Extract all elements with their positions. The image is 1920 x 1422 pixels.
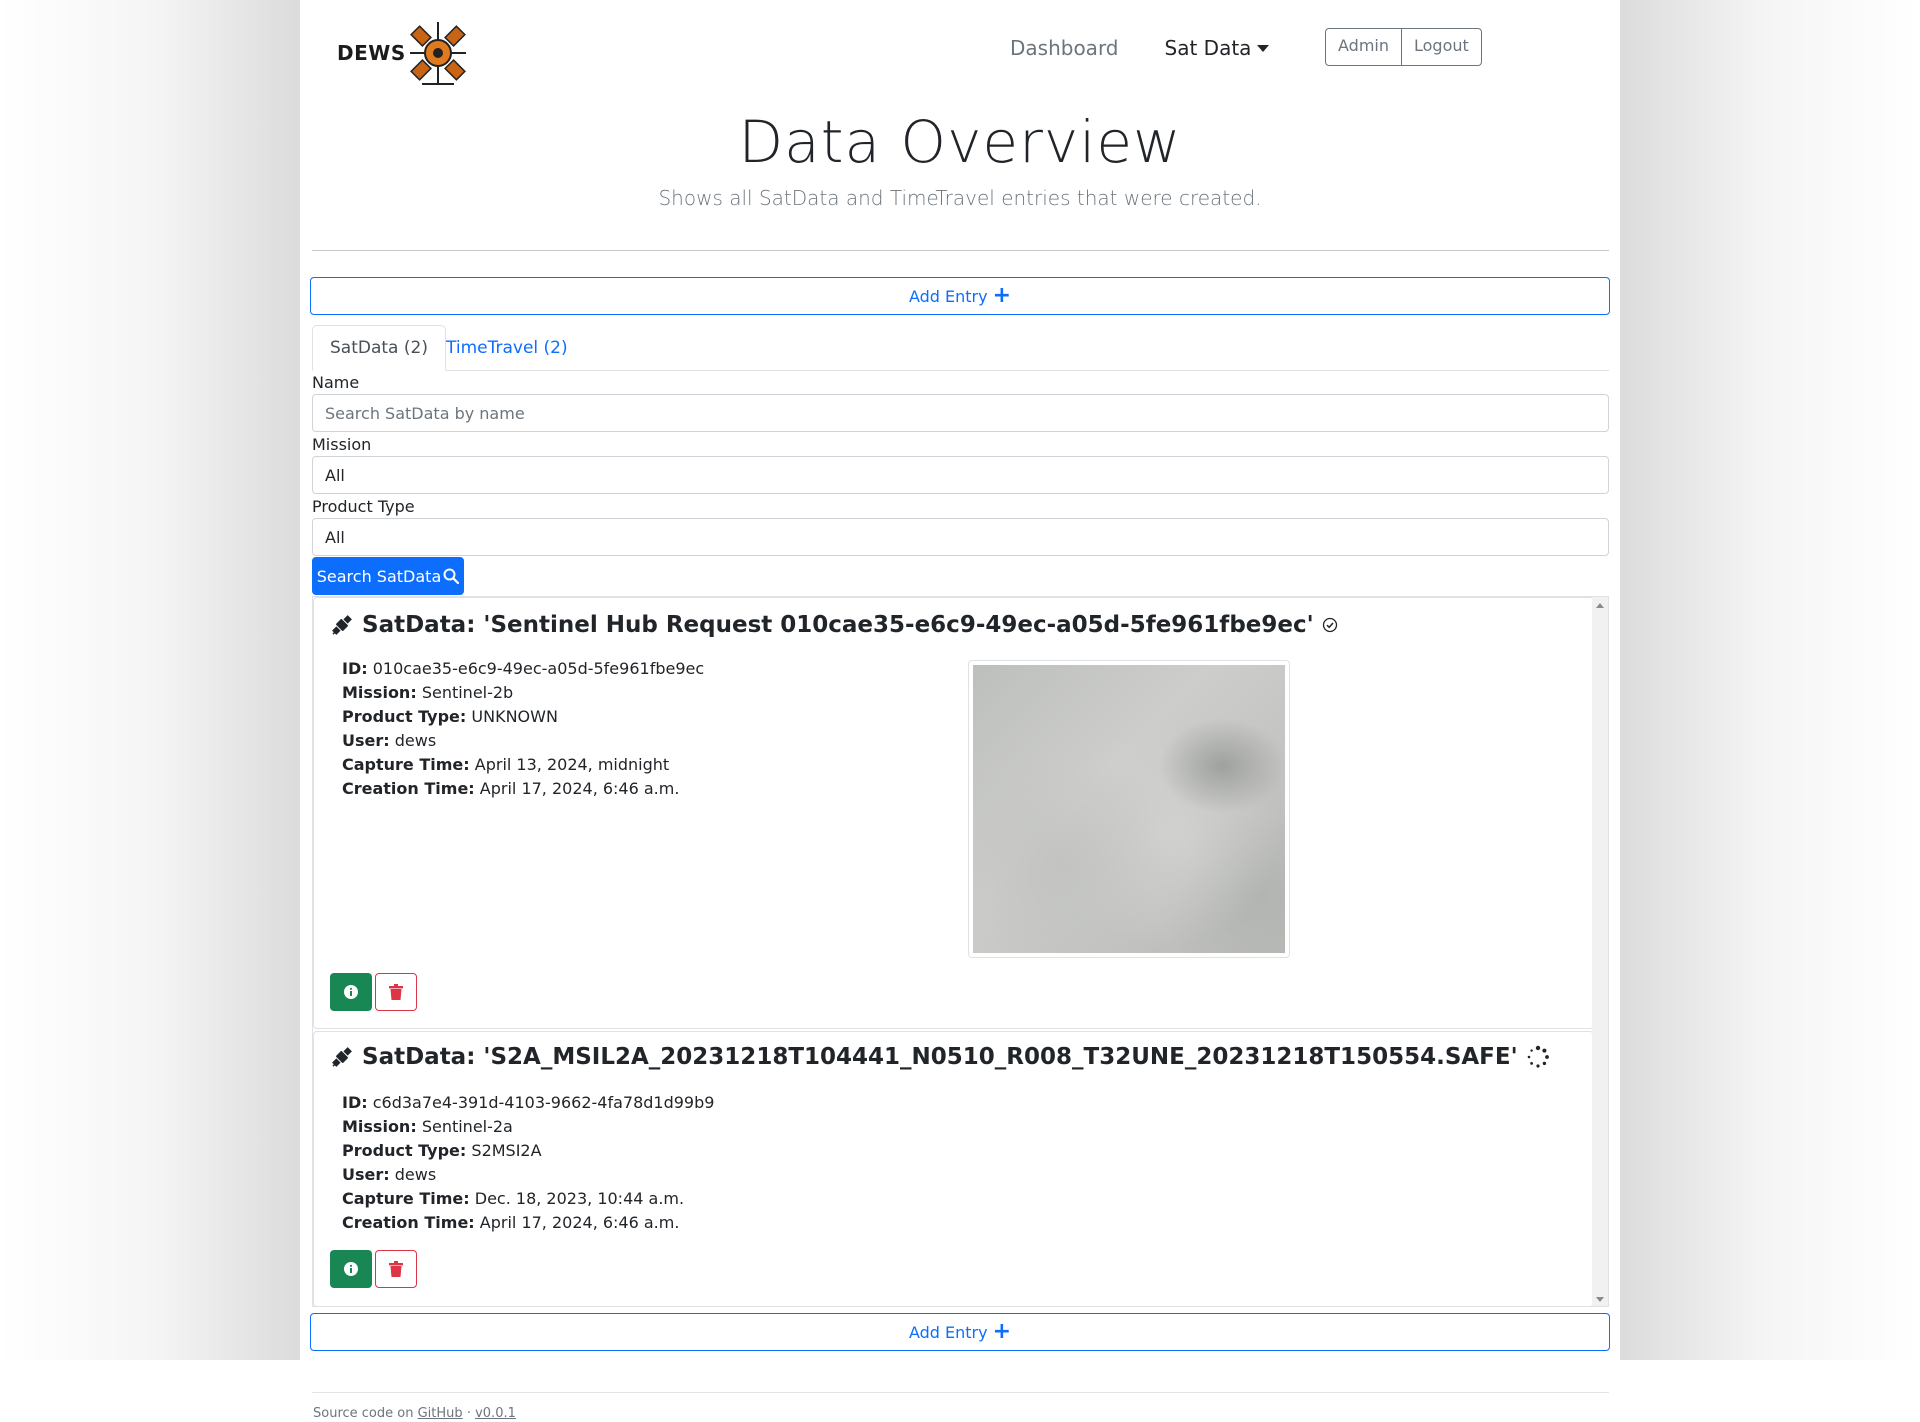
- detail-mission: Mission: Sentinel-2b: [342, 683, 514, 702]
- card-details: ID: 010cae35-e6c9-49ec-a05d-5fe961fbe9ec…: [342, 657, 704, 801]
- logout-button[interactable]: Logout: [1402, 28, 1482, 66]
- card-title-text: SatData: 'S2A_MSIL2A_20231218T104441_N05…: [362, 1044, 1518, 1070]
- satellite-thumbnail: [968, 660, 1290, 958]
- plus-icon: +: [992, 1319, 1012, 1344]
- github-link[interactable]: GitHub: [418, 1406, 463, 1421]
- divider: [312, 250, 1609, 251]
- card-title: SatData: 'Sentinel Hub Request 010cae35-…: [330, 612, 1338, 638]
- product-type-select[interactable]: All: [312, 518, 1609, 556]
- delete-button[interactable]: [375, 1250, 417, 1288]
- detail-product-type: Product Type: S2MSI2A: [342, 1141, 542, 1160]
- add-entry-button-bottom[interactable]: Add Entry +: [310, 1313, 1610, 1351]
- product-type-label: Product Type: [312, 497, 415, 516]
- satdata-list[interactable]: SatData: 'Sentinel Hub Request 010cae35-…: [312, 596, 1609, 1307]
- satellite-icon: [332, 615, 352, 635]
- card-title-text: SatData: 'Sentinel Hub Request 010cae35-…: [362, 612, 1314, 638]
- admin-button[interactable]: Admin: [1325, 28, 1402, 66]
- footer-prefix: Source code on: [313, 1406, 414, 1421]
- scroll-down-arrow-icon[interactable]: [1596, 1297, 1604, 1302]
- tab-bar: SatData (2) TimeTravel (2): [312, 325, 1609, 371]
- search-satdata-label: Search SatData: [316, 566, 442, 586]
- check-circle-icon: [1322, 617, 1337, 633]
- name-label: Name: [312, 373, 360, 392]
- satdata-card: SatData: 'Sentinel Hub Request 010cae35-…: [313, 597, 1594, 1029]
- search-icon: [443, 568, 460, 584]
- mission-label: Mission: [312, 435, 372, 454]
- nav-sat-data-label: Sat Data: [1164, 36, 1252, 60]
- user-button-group: Admin Logout: [1325, 28, 1482, 66]
- satellite-logo-icon: [409, 22, 466, 85]
- version-link[interactable]: v0.0.1: [475, 1406, 516, 1421]
- detail-user: User: dews: [342, 1165, 437, 1184]
- delete-button[interactable]: [375, 973, 417, 1011]
- nav-dashboard[interactable]: Dashboard: [1010, 36, 1119, 60]
- info-button[interactable]: [330, 1250, 372, 1288]
- caret-down-icon: [1257, 45, 1270, 52]
- satdata-card: SatData: 'S2A_MSIL2A_20231218T104441_N05…: [313, 1031, 1594, 1306]
- add-entry-label: Add Entry: [908, 286, 988, 306]
- main-container: DEWS Dashboard Sat Data Admin Logout Dat…: [300, 0, 1620, 1360]
- nav-sat-data-dropdown[interactable]: Sat Data: [1165, 36, 1270, 60]
- detail-mission: Mission: Sentinel-2a: [342, 1117, 513, 1136]
- logo[interactable]: DEWS: [337, 18, 468, 88]
- page-subtitle: Shows all SatData and TimeTravel entries…: [658, 186, 1262, 210]
- detail-creation-time: Creation Time: April 17, 2024, 6:46 a.m.: [342, 1213, 680, 1232]
- detail-id: ID: 010cae35-e6c9-49ec-a05d-5fe961fbe9ec: [342, 659, 705, 678]
- page-title: Data Overview: [738, 108, 1182, 176]
- detail-capture-time: Capture Time: April 13, 2024, midnight: [342, 755, 670, 774]
- main-nav: Dashboard Sat Data: [1010, 36, 1270, 60]
- trash-icon: [389, 984, 403, 1000]
- tab-timetravel[interactable]: TimeTravel (2): [429, 325, 585, 370]
- detail-product-type: Product Type: UNKNOWN: [342, 707, 558, 726]
- detail-creation-time: Creation Time: April 17, 2024, 6:46 a.m.: [342, 779, 680, 798]
- detail-capture-time: Capture Time: Dec. 18, 2023, 10:44 a.m.: [342, 1189, 685, 1208]
- footer-separator: ·: [466, 1406, 471, 1421]
- plus-icon: +: [992, 283, 1012, 308]
- footer: Source code on GitHub · v0.0.1: [313, 1406, 516, 1421]
- add-entry-button-top[interactable]: Add Entry +: [310, 277, 1610, 315]
- card-details: ID: c6d3a7e4-391d-4103-9662-4fa78d1d99b9…: [342, 1091, 714, 1235]
- name-search-input[interactable]: Search SatData by name: [312, 394, 1609, 432]
- add-entry-label: Add Entry: [908, 1322, 988, 1342]
- tab-satdata[interactable]: SatData (2): [312, 325, 446, 371]
- logo-text: DEWS: [337, 41, 406, 65]
- search-satdata-button[interactable]: Search SatData: [312, 557, 464, 595]
- detail-user: User: dews: [342, 731, 437, 750]
- scroll-up-arrow-icon[interactable]: [1596, 603, 1604, 608]
- footer-divider: [312, 1392, 1609, 1393]
- detail-id: ID: c6d3a7e4-391d-4103-9662-4fa78d1d99b9: [342, 1093, 715, 1112]
- loading-spinner-icon: [1527, 1045, 1549, 1068]
- info-icon: [344, 985, 358, 999]
- list-scrollbar[interactable]: [1592, 597, 1608, 1306]
- mission-select[interactable]: All: [312, 456, 1609, 494]
- info-button[interactable]: [330, 973, 372, 1011]
- info-icon: [344, 1262, 358, 1276]
- card-title: SatData: 'S2A_MSIL2A_20231218T104441_N05…: [330, 1044, 1550, 1070]
- satellite-icon: [332, 1047, 352, 1067]
- trash-icon: [389, 1261, 403, 1277]
